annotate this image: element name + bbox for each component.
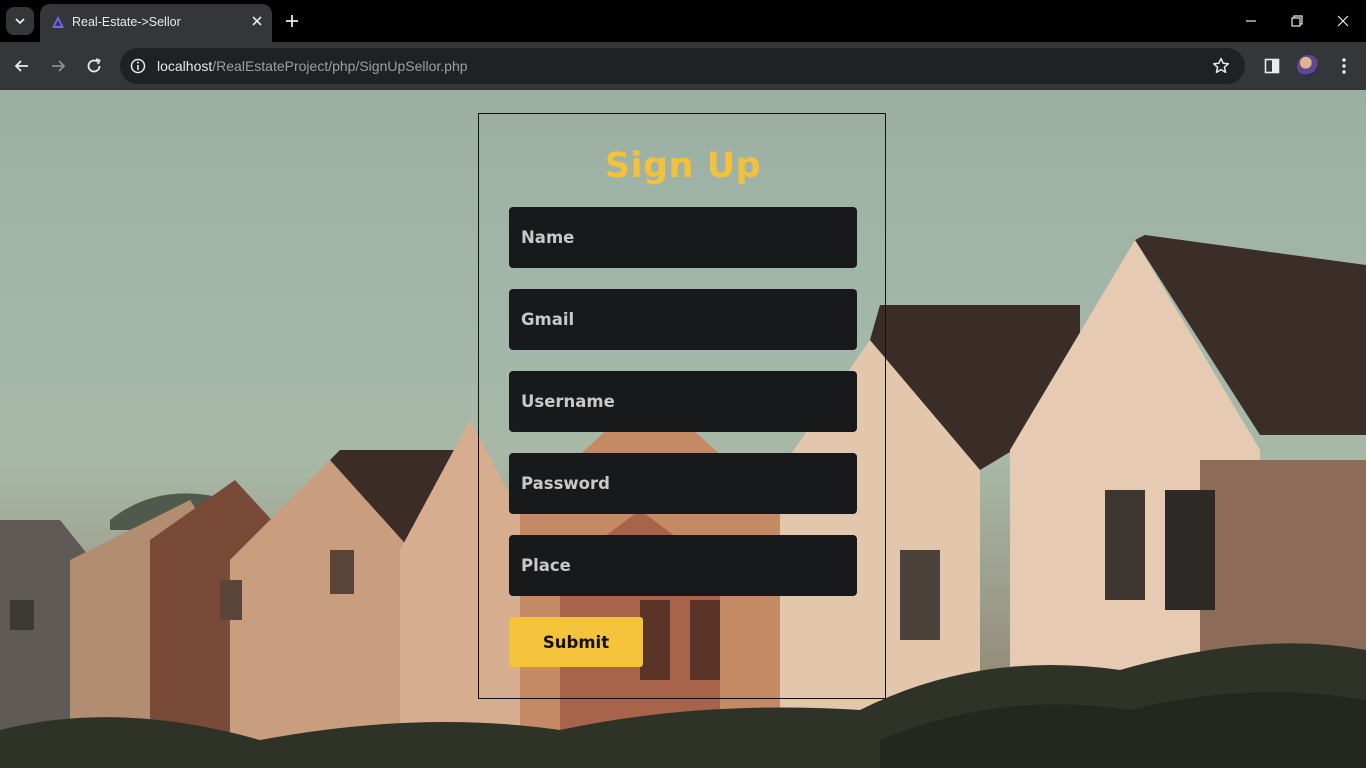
more-menu-icon[interactable] [1334, 56, 1354, 76]
minimize-icon[interactable] [1243, 13, 1259, 29]
page-title: Sign Up [604, 146, 762, 186]
name-field[interactable] [509, 207, 857, 268]
page-viewport: Sign Up Submit [0, 90, 1366, 768]
back-arrow-icon[interactable] [12, 56, 32, 76]
browser-toolbar: localhost/RealEstateProject/php/SignUpSe… [0, 42, 1366, 90]
tab-title: Real-Estate->Sellor [72, 15, 181, 29]
username-field[interactable] [509, 371, 857, 432]
password-field[interactable] [509, 453, 857, 514]
url-path: /RealEstateProject/php/SignUpSellor.php [212, 58, 468, 74]
bookmark-star-icon[interactable] [1211, 56, 1231, 76]
url-host: localhost [157, 58, 213, 74]
restore-icon[interactable] [1289, 13, 1305, 29]
close-window-icon[interactable] [1335, 13, 1351, 29]
url-text[interactable]: localhost/RealEstateProject/php/SignUpSe… [157, 58, 468, 74]
gmail-field[interactable] [509, 289, 857, 350]
browser-tab-active[interactable]: Real-Estate->Sellor [40, 4, 272, 42]
new-tab-icon[interactable] [283, 12, 301, 30]
profile-avatar[interactable] [1297, 55, 1319, 77]
address-bar[interactable]: localhost/RealEstateProject/php/SignUpSe… [120, 48, 1245, 84]
browser-tab-bar: Real-Estate->Sellor [0, 0, 1366, 42]
site-favicon-icon [52, 16, 64, 28]
close-tab-icon[interactable] [249, 13, 265, 29]
submit-button[interactable]: Submit [509, 617, 643, 667]
signup-form: Sign Up Submit [478, 113, 886, 699]
chevron-down-icon [15, 18, 25, 25]
tab-search-button[interactable] [6, 7, 34, 35]
forward-arrow-icon[interactable] [48, 56, 68, 76]
site-info-icon[interactable] [128, 56, 148, 76]
place-field[interactable] [509, 535, 857, 596]
side-panel-icon[interactable] [1262, 56, 1282, 76]
reload-icon[interactable] [84, 56, 104, 76]
